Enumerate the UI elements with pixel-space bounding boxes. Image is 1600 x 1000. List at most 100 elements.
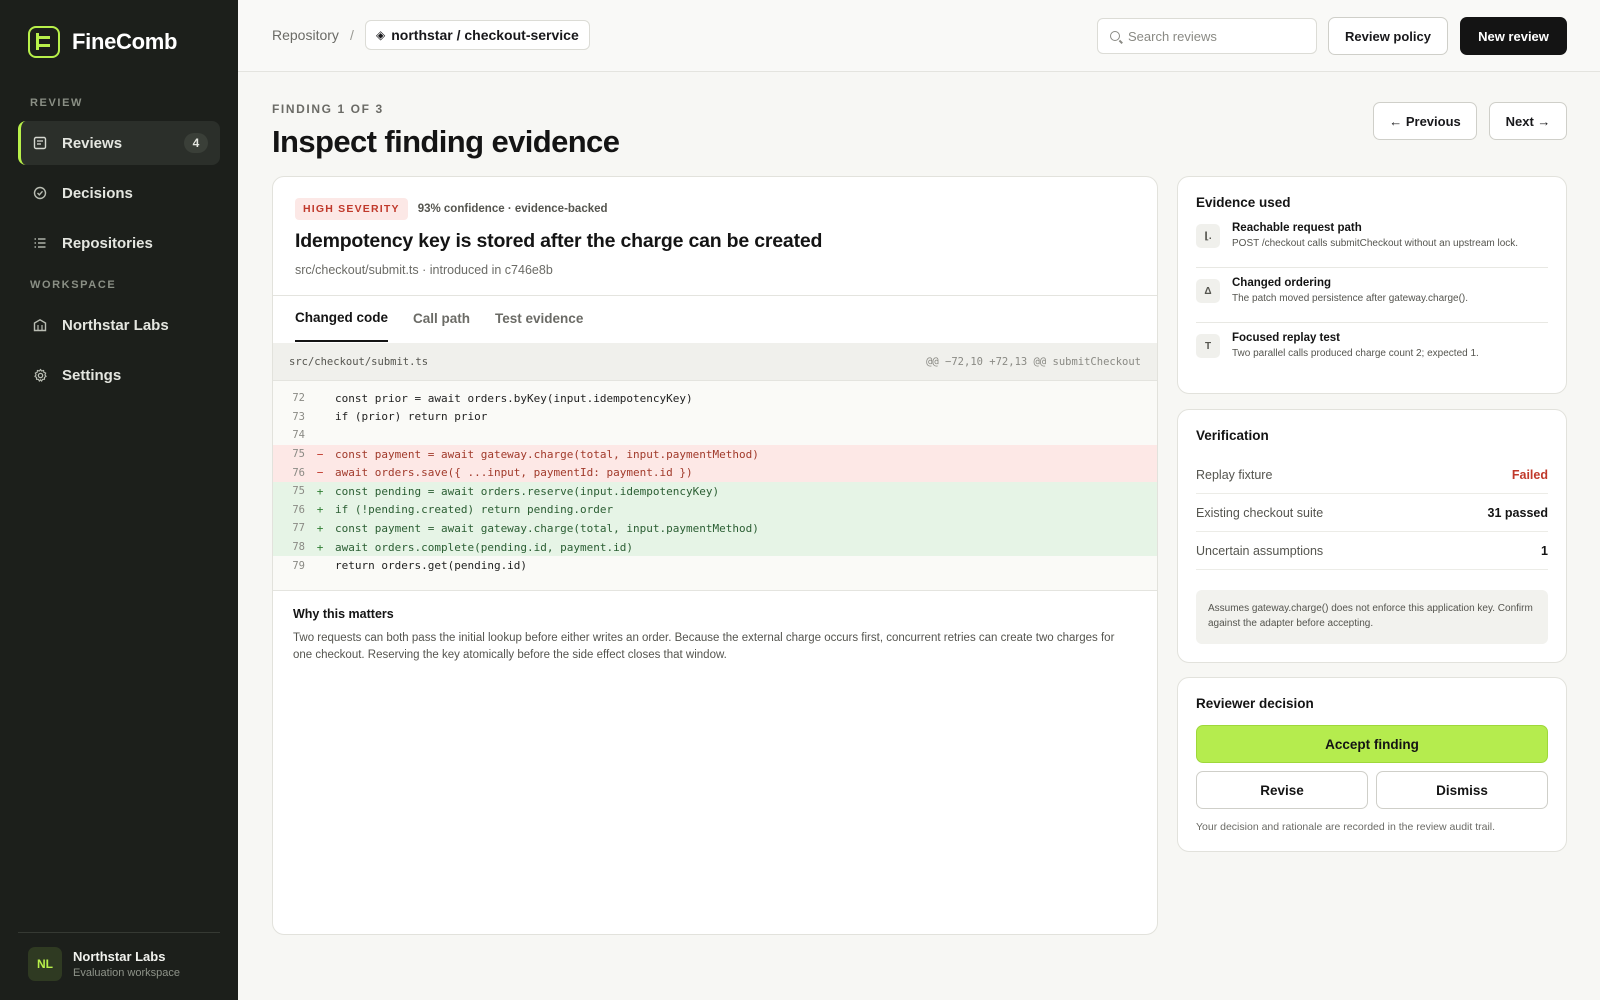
next-button[interactable]: Next → <box>1489 102 1567 140</box>
list-icon <box>32 235 48 251</box>
search-input[interactable] <box>1128 28 1308 44</box>
finding-counter: FINDING 1 OF 3 <box>272 102 384 116</box>
line-number: 74 <box>292 429 305 442</box>
decision-title: Reviewer decision <box>1196 696 1314 711</box>
diff-header: src/checkout/submit.ts @@ −72,10 +72,13 … <box>273 343 1157 381</box>
verification-title: Verification <box>1196 428 1269 443</box>
diff-marker: + <box>316 521 324 535</box>
line-number: 76 <box>292 503 305 516</box>
line-number: 76 <box>292 466 305 479</box>
sidebar-item-label: Settings <box>62 366 122 384</box>
evidence-item[interactable]: Δ Changed ordering The patch moved persi… <box>1196 277 1548 304</box>
evidence-desc: POST /checkout calls submitCheckout with… <box>1232 238 1519 249</box>
repo-name: northstar / checkout-service <box>391 27 579 43</box>
nav-section-workspace: WORKSPACE <box>30 279 117 291</box>
severity-badge: HIGH SEVERITY <box>295 198 408 220</box>
brand-name: FineComb <box>72 29 178 54</box>
sidebar-item-label: Northstar Labs <box>62 316 169 334</box>
code-text: await orders.save({ ...input, paymentId:… <box>335 466 693 480</box>
diff-marker: + <box>316 484 324 498</box>
diff-marker: + <box>316 503 324 517</box>
check-circle-icon <box>32 185 48 201</box>
evidence-desc: Two parallel calls produced charge count… <box>1232 348 1479 359</box>
finding-title: Idempotency key is stored after the char… <box>295 230 823 252</box>
accept-finding-button[interactable]: Accept finding <box>1196 725 1548 763</box>
topbar: Repository / ◈ northstar / checkout-serv… <box>238 0 1600 72</box>
diff-line: 75− const payment = await gateway.charge(… <box>273 444 1157 464</box>
verification-row: Existing checkout suite 31 passed <box>1196 494 1548 532</box>
divider <box>1196 267 1548 268</box>
line-number: 73 <box>292 410 305 423</box>
diff-line: 76 + if (!pending.created) return pending.… <box>273 500 1157 520</box>
workspace-subtitle: Evaluation workspace <box>73 967 181 979</box>
tab-changed-code[interactable]: Changed code <box>295 295 389 342</box>
verification-card: Verification Replay fixture Failed Exist… <box>1177 409 1567 663</box>
reviews-icon <box>32 135 48 151</box>
finding-card: HIGH SEVERITY 93% confidence · evidence-… <box>272 176 1158 935</box>
avatar: NL <box>28 947 62 981</box>
verification-value: 1 <box>1541 543 1548 558</box>
diff-marker: − <box>316 447 324 461</box>
review-policy-button[interactable]: Review policy <box>1328 17 1448 55</box>
verification-label: Existing checkout suite <box>1196 505 1324 520</box>
diff-line: 73 if (prior) return prior <box>273 408 1157 427</box>
code-text: return orders.get(pending.id) <box>335 559 528 573</box>
diff-view: 72 const prior = await orders.byKey(input… <box>273 381 1157 591</box>
delta-icon: Δ <box>1196 279 1220 303</box>
assumption-note: Assumes gateway.charge() does not enforc… <box>1196 590 1548 644</box>
workspace-switcher[interactable]: NL Northstar Labs Evaluation workspace <box>18 932 220 981</box>
sidebar: FineComb REVIEW Reviews 4 Decisions Repo… <box>0 0 238 1000</box>
divider <box>1196 322 1548 323</box>
line-number: 72 <box>292 392 305 405</box>
repo-icon: ◈ <box>376 28 386 42</box>
diff-line: 74 <box>273 426 1157 445</box>
test-icon: T <box>1196 334 1220 358</box>
evidence-item[interactable]: T Focused replay test Two parallel calls… <box>1196 332 1548 359</box>
line-number: 79 <box>292 559 305 572</box>
dismiss-button[interactable]: Dismiss <box>1376 771 1548 809</box>
breadcrumb-repository[interactable]: Repository <box>272 27 339 43</box>
line-number: 75 <box>292 485 305 498</box>
verification-label: Replay fixture <box>1196 467 1273 482</box>
sidebar-item-northstar-labs[interactable]: Northstar Labs <box>18 303 220 347</box>
diff-marker: − <box>316 466 324 480</box>
previous-button[interactable]: ← Previous <box>1373 102 1477 140</box>
why-body: Two requests can both pass the initial l… <box>293 632 1115 661</box>
sidebar-item-reviews[interactable]: Reviews 4 <box>18 121 220 165</box>
gear-icon <box>32 367 48 383</box>
sidebar-item-settings[interactable]: Settings <box>18 353 220 397</box>
tab-call-path[interactable]: Call path <box>413 295 470 342</box>
revise-button[interactable]: Revise <box>1196 771 1368 809</box>
verification-status-failed: Failed <box>1511 467 1548 482</box>
code-text: await orders.complete(pending.id, paymen… <box>335 540 634 554</box>
request-path-icon: ⌊. <box>1196 224 1220 248</box>
sidebar-item-decisions[interactable]: Decisions <box>18 171 220 215</box>
evidence-name: Changed ordering <box>1232 277 1332 289</box>
tab-test-evidence[interactable]: Test evidence <box>495 295 583 342</box>
brand[interactable]: FineComb <box>28 26 177 58</box>
sidebar-item-label: Decisions <box>62 184 133 202</box>
evidence-item[interactable]: ⌊. Reachable request path POST /checkout… <box>1196 222 1548 249</box>
repo-selector[interactable]: ◈ northstar / checkout-service <box>365 20 590 50</box>
verification-row: Uncertain assumptions 1 <box>1196 532 1548 570</box>
evidence-desc: The patch moved persistence after gatewa… <box>1232 293 1469 304</box>
diff-marker: + <box>316 540 324 554</box>
decision-note: Your decision and rationale are recorded… <box>1196 821 1496 833</box>
search-box[interactable] <box>1097 18 1317 54</box>
code-text: const pending = await orders.reserve(inp… <box>335 484 720 498</box>
breadcrumb-separator: / <box>350 27 354 43</box>
line-number: 77 <box>292 522 305 535</box>
sidebar-item-repositories[interactable]: Repositories <box>18 221 220 265</box>
verification-value: 31 passed <box>1487 505 1548 520</box>
evidence-name: Focused replay test <box>1232 332 1341 344</box>
code-text: const payment = await gateway.charge(tot… <box>335 521 759 535</box>
verification-label: Uncertain assumptions <box>1196 543 1324 558</box>
sidebar-item-label: Reviews <box>62 134 123 152</box>
why-title: Why this matters <box>293 607 394 621</box>
diff-line: 77 + const payment = await gateway.charge(… <box>273 519 1157 538</box>
code-text: if (prior) return prior <box>335 410 488 424</box>
line-number: 78 <box>292 541 305 554</box>
new-review-button[interactable]: New review <box>1460 17 1567 55</box>
diff-line: 72 const prior = await orders.byKey(input… <box>273 389 1157 408</box>
search-icon <box>1110 31 1120 41</box>
